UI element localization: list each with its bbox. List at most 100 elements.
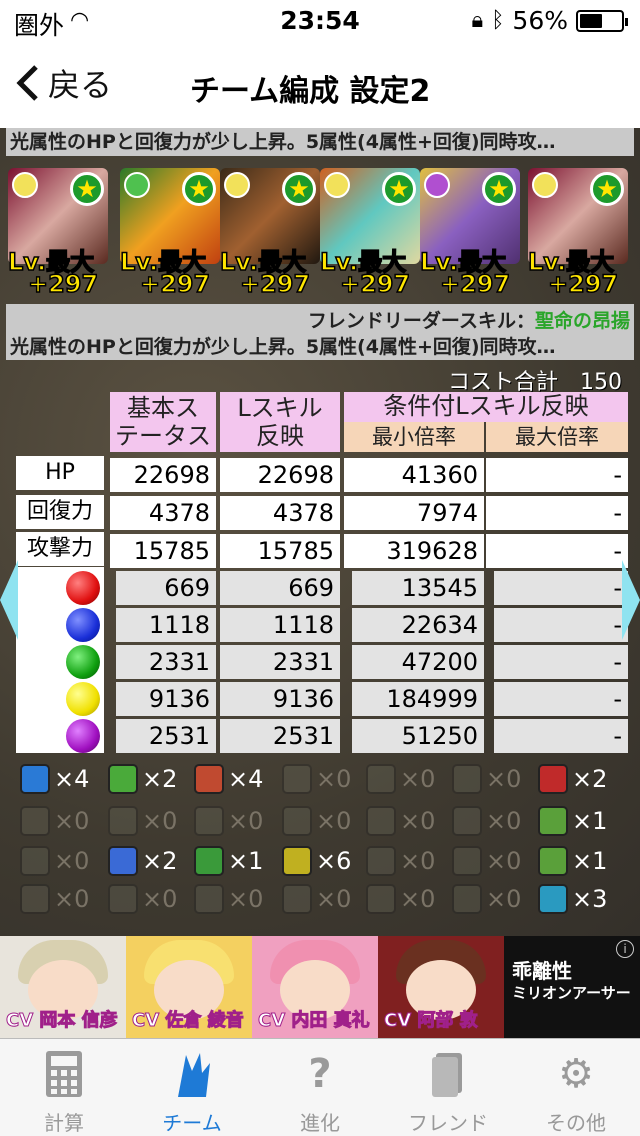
back-button[interactable]: 戻る bbox=[14, 60, 112, 106]
team-member-friend[interactable]: ★ Lv.最大 +297 bbox=[527, 168, 628, 299]
team-member-5[interactable]: ★ Lv.最大 +297 bbox=[419, 168, 520, 299]
header-base-status: 基本ス テータス bbox=[110, 392, 216, 452]
tab-calc[interactable]: 計算 bbox=[0, 1039, 128, 1136]
tab-team[interactable]: チーム bbox=[128, 1039, 256, 1136]
awakening-item: ×4 bbox=[194, 764, 263, 794]
awakening-item: ×0 bbox=[20, 884, 89, 914]
ad-title-line: 乖離性 bbox=[512, 959, 572, 983]
ad-info-icon[interactable]: i bbox=[616, 940, 634, 958]
light-min: 184999 bbox=[352, 682, 484, 716]
awakening-skill-icon bbox=[366, 884, 396, 914]
friend-skill-label: フレンドリーダースキル： bbox=[307, 310, 535, 332]
awakening-count: ×6 bbox=[316, 847, 352, 875]
awakening-count: ×0 bbox=[486, 847, 522, 875]
awakening-count: ×0 bbox=[316, 885, 352, 913]
awakening-item: ×0 bbox=[452, 884, 521, 914]
team-member-4[interactable]: ★ Lv.最大 +297 bbox=[319, 168, 420, 299]
water-orb-icon bbox=[66, 608, 100, 642]
header-max: 最大倍率 bbox=[486, 422, 628, 452]
awakening-skill-icon bbox=[20, 764, 50, 794]
battery-icon bbox=[576, 9, 628, 32]
cv-label: CV 内田 真礼 bbox=[258, 1010, 371, 1032]
attribute-orb bbox=[124, 172, 150, 198]
awakening-count: ×2 bbox=[142, 765, 178, 793]
awakening-count: ×2 bbox=[572, 765, 608, 793]
awakening-item: ×0 bbox=[366, 806, 435, 836]
ad-title: 乖離性 ミリオンアーサー bbox=[512, 960, 631, 1004]
plus-label: +297 bbox=[547, 269, 619, 299]
awakening-count: ×3 bbox=[572, 885, 608, 913]
awakening-skill-icon bbox=[366, 764, 396, 794]
awakening-count: ×0 bbox=[54, 847, 90, 875]
plus-label: +297 bbox=[239, 269, 311, 299]
awakening-skill-icon bbox=[366, 806, 396, 836]
star-icon: ★ bbox=[590, 172, 624, 206]
friend-card-icon bbox=[428, 1049, 468, 1099]
awakening-item: ×2 bbox=[108, 764, 177, 794]
attribute-orb bbox=[532, 172, 558, 198]
awakening-count: ×0 bbox=[142, 885, 178, 913]
recovery-min: 7974 bbox=[344, 496, 484, 530]
dark-orb-icon bbox=[66, 719, 100, 753]
hp-max: - bbox=[486, 458, 628, 492]
recovery-lskill: 4378 bbox=[220, 496, 340, 530]
awakening-item: ×0 bbox=[194, 884, 263, 914]
battery-percent: 56% bbox=[512, 6, 568, 35]
awakening-item: ×2 bbox=[108, 846, 177, 876]
header-conditional: 条件付Lスキル反映 bbox=[344, 392, 628, 422]
ad-title-line: ミリオンアーサー bbox=[512, 984, 631, 1002]
awakening-count: ×0 bbox=[54, 885, 90, 913]
plus-label: +297 bbox=[339, 269, 411, 299]
awakening-count: ×0 bbox=[400, 765, 436, 793]
fire-base: 669 bbox=[116, 571, 216, 605]
awakening-skill-icon bbox=[108, 884, 138, 914]
awakening-count: ×1 bbox=[228, 847, 264, 875]
next-arrow[interactable] bbox=[622, 560, 640, 640]
header-text: 基本ス bbox=[127, 394, 199, 422]
tab-label: 進化 bbox=[300, 1111, 340, 1135]
question-egg-icon: ? bbox=[308, 1051, 332, 1097]
awakening-count: ×2 bbox=[142, 847, 178, 875]
fire-lskill: 669 bbox=[220, 571, 340, 605]
previous-arrow[interactable] bbox=[0, 560, 18, 640]
awakening-item: ×0 bbox=[452, 764, 521, 794]
fire-orb-icon bbox=[66, 571, 100, 605]
awakening-count: ×0 bbox=[400, 807, 436, 835]
awakening-item: ×2 bbox=[538, 764, 607, 794]
header-min: 最小倍率 bbox=[344, 422, 484, 452]
tab-label: チーム bbox=[162, 1111, 222, 1135]
awakening-count: ×0 bbox=[400, 847, 436, 875]
water-lskill: 1118 bbox=[220, 608, 340, 642]
friend-skill-text: 光属性のHPと回復力が少し上昇。5属性(4属性+回復)同時攻… bbox=[10, 336, 556, 358]
awakening-count: ×4 bbox=[54, 765, 90, 793]
tab-evolution[interactable]: ? 進化 bbox=[256, 1039, 384, 1136]
recovery-base: 4378 bbox=[110, 496, 216, 530]
back-label: 戻る bbox=[48, 66, 113, 104]
awakening-skill-icon bbox=[538, 846, 568, 876]
tab-bar: 計算 チーム ? 進化 フレンド ⚙ その他 bbox=[0, 1038, 640, 1136]
awakening-count: ×0 bbox=[316, 765, 352, 793]
calculator-icon bbox=[44, 1049, 84, 1099]
team-member-2[interactable]: ★ Lv.最大 +297 bbox=[119, 168, 220, 299]
awakening-count: ×0 bbox=[54, 807, 90, 835]
awakening-count: ×0 bbox=[486, 765, 522, 793]
awakening-item: ×0 bbox=[452, 846, 521, 876]
awakening-item: ×6 bbox=[282, 846, 351, 876]
team-member-leader[interactable]: ★ Lv.最大 +297 bbox=[7, 168, 108, 299]
cv-label: CV 佐倉 綾音 bbox=[132, 1010, 245, 1032]
tab-friend[interactable]: フレンド bbox=[384, 1039, 512, 1136]
awakening-item: ×0 bbox=[108, 884, 177, 914]
tab-other[interactable]: ⚙ その他 bbox=[512, 1039, 640, 1136]
ad-character-4: CV 阿部 敦 bbox=[378, 936, 504, 1038]
cv-label: CV 阿部 敦 bbox=[384, 1010, 479, 1032]
dark-max: - bbox=[494, 719, 628, 753]
awakening-skill-icon bbox=[108, 846, 138, 876]
tab-label: 計算 bbox=[44, 1111, 84, 1135]
light-base: 9136 bbox=[116, 682, 216, 716]
team-member-3[interactable]: ★ Lv.最大 +297 bbox=[219, 168, 320, 299]
awakening-count: ×0 bbox=[316, 807, 352, 835]
awakening-item: ×0 bbox=[366, 764, 435, 794]
awakening-item: ×0 bbox=[282, 884, 351, 914]
attack-lskill: 15785 bbox=[220, 534, 340, 568]
light-max: - bbox=[494, 682, 628, 716]
